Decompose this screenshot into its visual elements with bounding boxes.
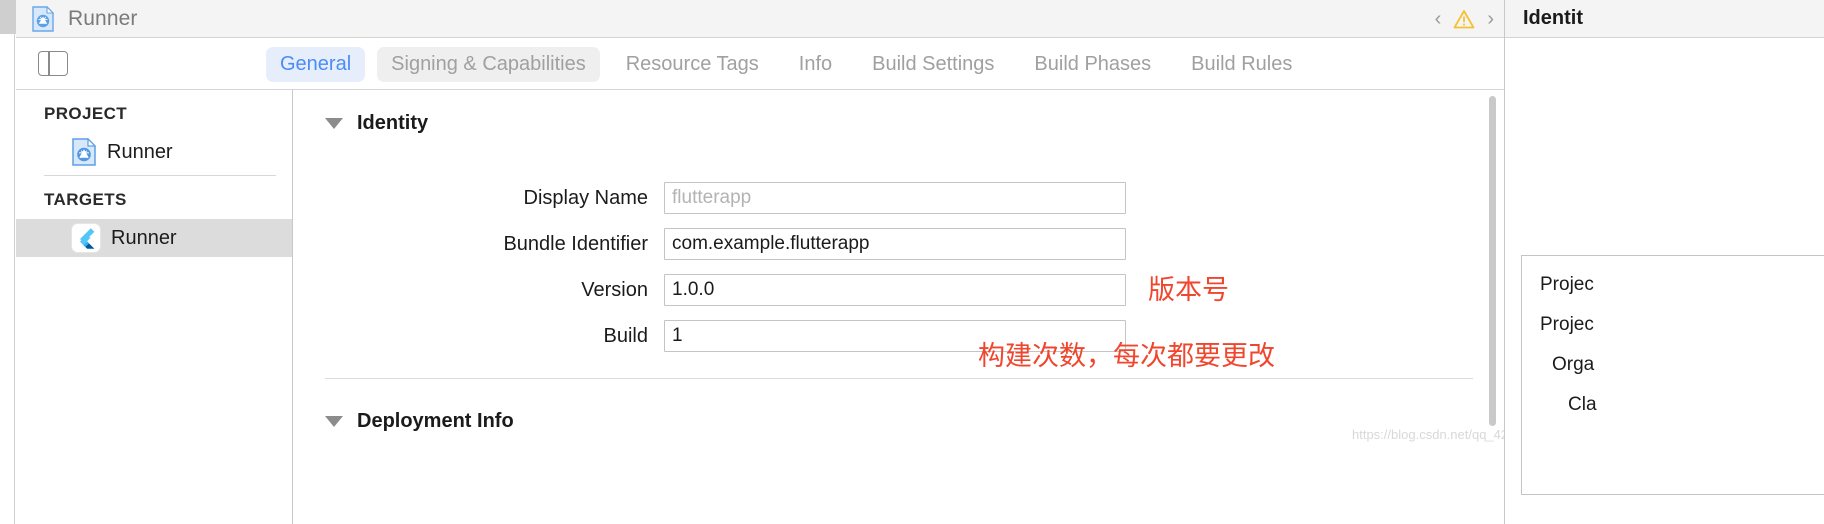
version-row: Version [332, 274, 1126, 306]
build-label: Build [603, 324, 648, 347]
chevron-right-icon[interactable]: › [1487, 9, 1494, 29]
triangle-down-icon[interactable] [325, 416, 343, 427]
version-input[interactable] [664, 274, 1126, 306]
tab-build-phases[interactable]: Build Phases [1020, 47, 1165, 82]
scrollbar-thumb[interactable] [1489, 96, 1496, 426]
chevron-left-icon[interactable]: ‹ [1435, 9, 1442, 29]
inspector-row-class: Cla [1568, 394, 1597, 415]
navigator-section-targets: TARGETS [44, 190, 127, 209]
navigator-item-target-runner[interactable]: Runner [16, 219, 292, 257]
window-title: Runner [68, 6, 138, 30]
tab-build-settings[interactable]: Build Settings [858, 47, 1008, 82]
annotation-build: 构建次数，每次都要更改 [978, 341, 1275, 372]
inspector-panel: Identit Projec Projec Orga Cla [1504, 0, 1824, 524]
display-name-input[interactable] [664, 182, 1126, 214]
navigator-item-label: Runner [111, 226, 177, 249]
deployment-info-section-title: Deployment Info [357, 410, 514, 432]
sidebar-toggle-icon[interactable] [38, 51, 68, 76]
tab-signing-capabilities[interactable]: Signing & Capabilities [377, 46, 600, 82]
navigator-item-project-runner[interactable]: Runner [16, 133, 292, 171]
title-bar: Runner ‹ › [16, 0, 1504, 38]
inspector-title: Identit [1505, 0, 1824, 38]
deployment-info-section-header[interactable]: Deployment Info [325, 410, 514, 433]
section-divider [325, 378, 1473, 379]
editor-scrollbar[interactable] [1489, 96, 1496, 456]
navigator-section-project: PROJECT [44, 104, 128, 123]
annotation-version: 版本号 [1148, 275, 1229, 306]
tab-list: General Signing & Capabilities Resource … [266, 38, 1318, 90]
tab-build-rules[interactable]: Build Rules [1177, 47, 1306, 82]
tab-resource-tags[interactable]: Resource Tags [612, 47, 773, 82]
version-label: Version [581, 278, 648, 301]
identity-section-title: Identity [357, 112, 429, 134]
inspector-row-organization: Orga [1552, 354, 1595, 375]
inspector-row-project-name: Projec [1540, 274, 1594, 295]
bundle-identifier-label: Bundle Identifier [503, 232, 648, 255]
window-edge-divider [14, 0, 15, 524]
window-edge-strip [0, 0, 16, 524]
titlebar-controls: ‹ › [1435, 0, 1494, 38]
inspector-section: Projec Projec Orga Cla [1521, 255, 1824, 495]
warning-triangle-icon[interactable] [1453, 9, 1475, 29]
display-name-label: Display Name [523, 186, 648, 209]
general-settings-pane: Identity Display Name Bundle Identifier … [294, 90, 1504, 524]
triangle-down-icon[interactable] [325, 118, 343, 129]
display-name-row: Display Name [332, 182, 1126, 214]
inspector-row-project: Projec [1540, 314, 1594, 335]
identity-section-header[interactable]: Identity [325, 112, 428, 135]
xcode-window: Runner ‹ › General Signing & Capabilitie… [0, 0, 1824, 524]
xcode-project-icon [72, 137, 97, 166]
tab-general[interactable]: General [266, 46, 366, 82]
editor-tab-bar: General Signing & Capabilities Resource … [16, 38, 1504, 90]
tab-info[interactable]: Info [785, 47, 846, 82]
xcode-project-icon [32, 5, 55, 32]
project-navigator: PROJECT Runner TARGETS Runner [16, 90, 293, 524]
navigator-item-label: Runner [107, 140, 173, 163]
flutter-icon [72, 224, 100, 252]
bundle-identifier-input[interactable] [664, 228, 1126, 260]
bundle-identifier-row: Bundle Identifier [332, 228, 1126, 260]
